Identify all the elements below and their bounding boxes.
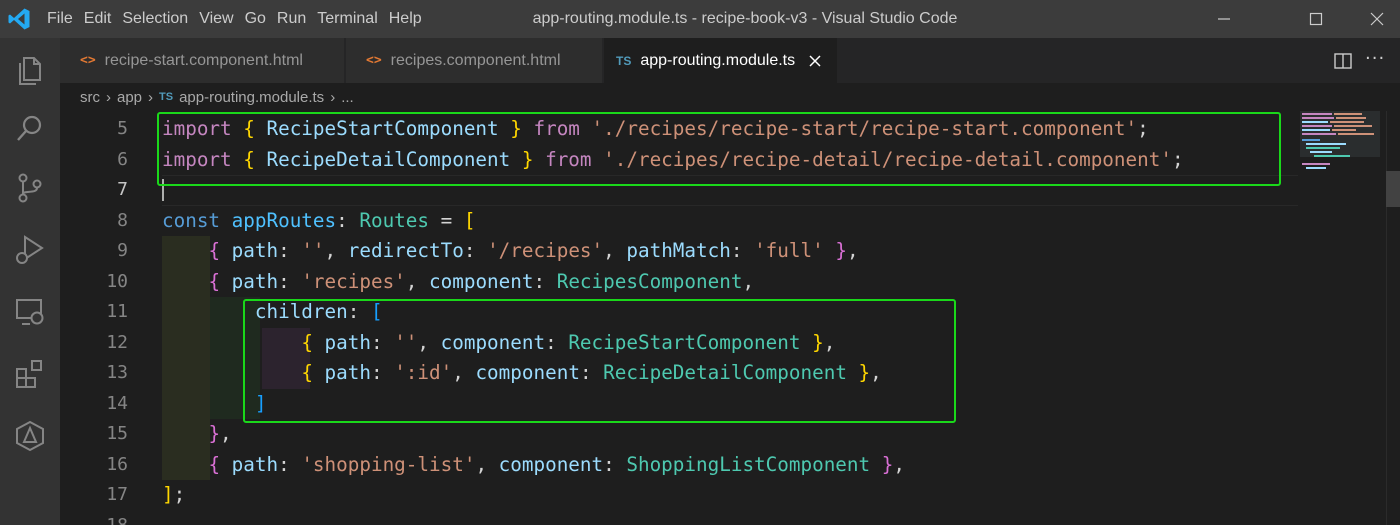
line-number: 15	[106, 423, 128, 444]
source-control-icon[interactable]	[12, 170, 48, 206]
highlight-box-imports	[157, 112, 1281, 186]
title-bar: File Edit Selection View Go Run Terminal…	[0, 0, 1400, 38]
tab-app-routing-module-ts[interactable]: TS app-routing.module.ts	[604, 38, 838, 83]
line-number: 10	[106, 270, 128, 292]
search-icon[interactable]	[12, 110, 48, 146]
line-number: 8	[117, 209, 128, 231]
line-number-current: 7	[117, 179, 128, 200]
remote-explorer-icon[interactable]	[12, 294, 48, 330]
tab-recipes-component-html[interactable]: <> recipes.component.html	[346, 38, 603, 83]
close-window-button[interactable]	[1354, 0, 1400, 38]
split-editor-icon[interactable]	[1333, 51, 1353, 71]
code-line-16: { path: 'shopping-list', component: Shop…	[208, 452, 905, 476]
breadcrumb-src[interactable]: src	[80, 89, 100, 106]
maximize-button[interactable]	[1293, 0, 1339, 38]
code-line-8: const appRoutes: Routes = [	[162, 208, 476, 232]
tab-label: app-routing.module.ts	[640, 51, 796, 69]
angular-icon[interactable]	[12, 418, 48, 454]
code-line-9: { path: '', redirectTo: '/recipes', path…	[208, 239, 859, 262]
typescript-file-icon: TS	[616, 53, 632, 68]
extensions-icon[interactable]	[12, 356, 48, 392]
activity-bar	[0, 38, 60, 525]
close-icon	[1370, 12, 1384, 26]
chevron-right-icon: ›	[148, 88, 154, 106]
code-line-17: ];	[162, 483, 186, 506]
highlight-box-children	[243, 299, 956, 423]
tab-label: recipes.component.html	[390, 51, 561, 69]
line-number: 17	[106, 484, 128, 505]
breadcrumb-symbols[interactable]: ...	[341, 89, 354, 106]
line-number: 16	[106, 453, 128, 475]
chevron-right-icon: ›	[106, 88, 111, 106]
chevron-right-icon: ›	[330, 88, 336, 106]
line-number: 12	[106, 331, 128, 353]
explorer-icon[interactable]	[12, 52, 48, 88]
scrollbar-thumb[interactable]	[1386, 171, 1400, 207]
line-number-gutter: 5 6 7 8 9 10 11 12 13 14 15 16 17 18	[60, 111, 138, 525]
line-number: 5	[117, 118, 128, 139]
editor-tab-bar: <> recipe-start.component.html <> recipe…	[60, 38, 1400, 83]
line-number: 6	[117, 148, 128, 170]
code-line-15: },	[208, 422, 232, 445]
breadcrumb-file[interactable]: app-routing.module.ts	[179, 89, 324, 106]
tab-label: recipe-start.component.html	[104, 51, 303, 69]
line-number: 14	[106, 392, 128, 414]
run-debug-icon[interactable]	[12, 232, 48, 268]
line-number: 11	[106, 301, 128, 322]
code-line-10: { path: 'recipes', component: RecipesCom…	[208, 269, 755, 293]
more-actions-icon[interactable]: ···	[1365, 48, 1385, 69]
maximize-icon	[1309, 12, 1323, 26]
code-editor[interactable]: 5 6 7 8 9 10 11 12 13 14 15 16 17 18 imp…	[60, 111, 1400, 525]
tab-recipe-start-component-html[interactable]: <> recipe-start.component.html	[60, 38, 345, 83]
window-title: app-routing.module.ts - recipe-book-v3 -…	[532, 10, 958, 27]
minimize-button[interactable]	[1201, 0, 1247, 38]
line-number: 18	[106, 514, 128, 525]
line-number: 9	[117, 240, 128, 261]
breadcrumb-app[interactable]: app	[117, 89, 142, 106]
minimize-icon	[1218, 18, 1230, 20]
typescript-file-icon: TS	[159, 91, 174, 103]
line-number: 13	[106, 362, 128, 383]
close-tab-icon[interactable]	[807, 53, 823, 69]
minimap[interactable]	[1300, 111, 1380, 525]
breadcrumb: src › app › TS app-routing.module.ts › .…	[60, 83, 1400, 111]
html-file-icon: <>	[366, 53, 382, 68]
html-file-icon: <>	[80, 53, 96, 68]
